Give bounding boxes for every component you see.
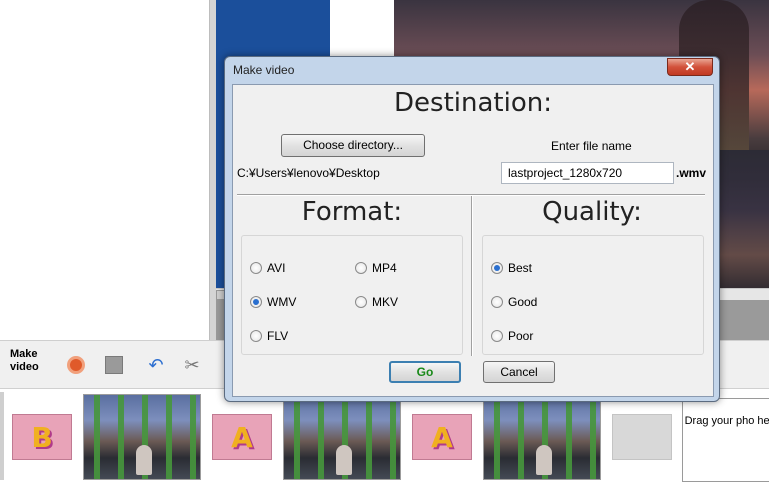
- make-video-dialog: Make video ✕ Destination: Choose directo…: [224, 56, 720, 402]
- quality-group: Best Good Poor: [482, 235, 704, 355]
- radio-checked-icon: [250, 296, 262, 308]
- page-icon[interactable]: [104, 355, 124, 375]
- dialog-body: Destination: Choose directory... Enter f…: [232, 84, 714, 397]
- choose-directory-button[interactable]: Choose directory...: [281, 134, 425, 157]
- file-name-input[interactable]: [501, 162, 674, 184]
- project-panel: [0, 0, 210, 340]
- directory-path: C:¥Users¥lenovo¥Desktop: [237, 166, 380, 180]
- filmstrip-photo-tile[interactable]: [283, 394, 401, 480]
- format-option-mp4[interactable]: MP4: [355, 261, 397, 275]
- dialog-title: Make video: [233, 63, 295, 77]
- format-option-avi[interactable]: AVI: [250, 261, 285, 275]
- radio-icon: [250, 330, 262, 342]
- filmstrip-photo-tile[interactable]: [83, 394, 201, 480]
- filmstrip-empty-tile[interactable]: [612, 414, 672, 460]
- cancel-button[interactable]: Cancel: [483, 361, 555, 383]
- scissors-icon[interactable]: ✂: [182, 355, 202, 375]
- filmstrip-letter-tile[interactable]: A: [212, 414, 272, 460]
- radio-icon: [250, 262, 262, 274]
- enter-file-name-label: Enter file name: [551, 139, 632, 153]
- record-icon[interactable]: [66, 355, 86, 375]
- radio-icon: [355, 296, 367, 308]
- go-button[interactable]: Go: [389, 361, 461, 383]
- format-group: AVI MP4 WMV MKV FLV: [241, 235, 463, 355]
- undo-icon[interactable]: ↶: [146, 355, 166, 375]
- filmstrip-letter-tile[interactable]: B: [12, 414, 72, 460]
- close-button[interactable]: ✕: [667, 58, 713, 76]
- filmstrip-letter-tile[interactable]: A: [412, 414, 472, 460]
- quality-option-good[interactable]: Good: [491, 295, 537, 309]
- make-video-button[interactable]: Make video: [10, 348, 50, 374]
- format-heading: Format:: [301, 197, 403, 227]
- quality-heading: Quality:: [542, 197, 642, 227]
- quality-option-poor[interactable]: Poor: [491, 329, 533, 343]
- filmstrip-photo-tile[interactable]: [483, 394, 601, 480]
- filmstrip-edge: [0, 392, 4, 480]
- file-extension-label: .wmv: [676, 166, 707, 180]
- drop-zone[interactable]: Drag your pho here: [682, 398, 769, 482]
- format-option-mkv[interactable]: MKV: [355, 295, 398, 309]
- format-option-flv[interactable]: FLV: [250, 329, 288, 343]
- radio-icon: [491, 330, 503, 342]
- radio-checked-icon: [491, 262, 503, 274]
- radio-icon: [491, 296, 503, 308]
- format-option-wmv[interactable]: WMV: [250, 295, 296, 309]
- radio-icon: [355, 262, 367, 274]
- quality-option-best[interactable]: Best: [491, 261, 532, 275]
- destination-heading: Destination:: [394, 88, 552, 118]
